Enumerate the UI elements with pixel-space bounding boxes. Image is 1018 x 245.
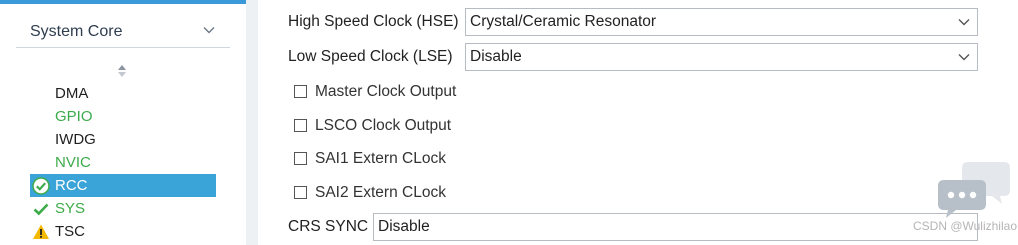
- lse-label: Low Speed Clock (LSE): [288, 48, 453, 65]
- hse-value: Crystal/Ceramic Resonator: [470, 13, 657, 30]
- chevron-down-icon: [958, 19, 970, 26]
- tree-item-label: DMA: [55, 85, 89, 102]
- crs-sync-label: CRS SYNC: [288, 218, 369, 235]
- tree-item-label: NVIC: [55, 154, 91, 171]
- tree-item-sys[interactable]: SYS: [30, 197, 216, 220]
- lse-row: Low Speed Clock (LSE) Disable: [288, 43, 1008, 71]
- tree-item-nvic[interactable]: NVIC: [30, 151, 216, 174]
- peripheral-list: DMA GPIO IWDG NVIC RCC SYS TSC: [30, 82, 220, 243]
- category-label: System Core: [30, 23, 123, 40]
- checkbox-box[interactable]: [294, 152, 307, 165]
- sidebar: System Core DMA GPIO IWDG NVIC RCC SYS T…: [0, 0, 247, 245]
- checkbox-box[interactable]: [294, 85, 307, 98]
- checkbox-label: SAI1 Extern CLock: [315, 150, 446, 167]
- lse-select[interactable]: Disable: [465, 43, 978, 71]
- hse-label: High Speed Clock (HSE): [288, 13, 459, 30]
- chat-bubbles-icon: [938, 162, 1010, 218]
- rcc-mode-panel: High Speed Clock (HSE) Crystal/Ceramic R…: [258, 0, 1018, 245]
- tree-item-iwdg[interactable]: IWDG: [30, 128, 216, 151]
- sidebar-top-accent: [0, 0, 246, 4]
- panel-splitter[interactable]: [246, 0, 258, 245]
- check-icon: [33, 203, 49, 216]
- chevron-down-icon: [203, 27, 215, 34]
- hse-select[interactable]: Crystal/Ceramic Resonator: [465, 8, 978, 36]
- checkbox-box[interactable]: [294, 186, 307, 199]
- tree-item-rcc[interactable]: RCC: [30, 174, 216, 197]
- crs-sync-row: CRS SYNC Disable: [288, 213, 1008, 241]
- tree-item-dma[interactable]: DMA: [30, 82, 216, 105]
- chevron-down-icon: [958, 54, 970, 61]
- check-circle-icon: [32, 177, 50, 195]
- checkbox-label: SAI2 Extern CLock: [315, 184, 446, 201]
- watermark-text: CSDN @Wulizhilao: [913, 219, 1017, 233]
- checkbox-box[interactable]: [294, 119, 307, 132]
- category-dropdown[interactable]: System Core: [16, 16, 230, 48]
- hse-row: High Speed Clock (HSE) Crystal/Ceramic R…: [288, 8, 1008, 36]
- crs-sync-value: Disable: [378, 218, 430, 235]
- sort-icon[interactable]: [116, 64, 128, 78]
- tree-item-gpio[interactable]: GPIO: [30, 105, 216, 128]
- tree-item-tsc[interactable]: TSC: [30, 220, 216, 243]
- warning-icon: [33, 224, 49, 239]
- tree-item-label: TSC: [55, 223, 85, 240]
- checkbox-label: Master Clock Output: [315, 83, 457, 100]
- checkbox-label: LSCO Clock Output: [315, 117, 452, 134]
- lse-value: Disable: [470, 48, 522, 65]
- tree-item-label: RCC: [55, 177, 88, 194]
- tree-item-label: IWDG: [55, 131, 96, 148]
- crs-sync-select[interactable]: Disable: [373, 213, 978, 241]
- tree-item-label: GPIO: [55, 108, 93, 125]
- tree-item-label: SYS: [55, 200, 86, 217]
